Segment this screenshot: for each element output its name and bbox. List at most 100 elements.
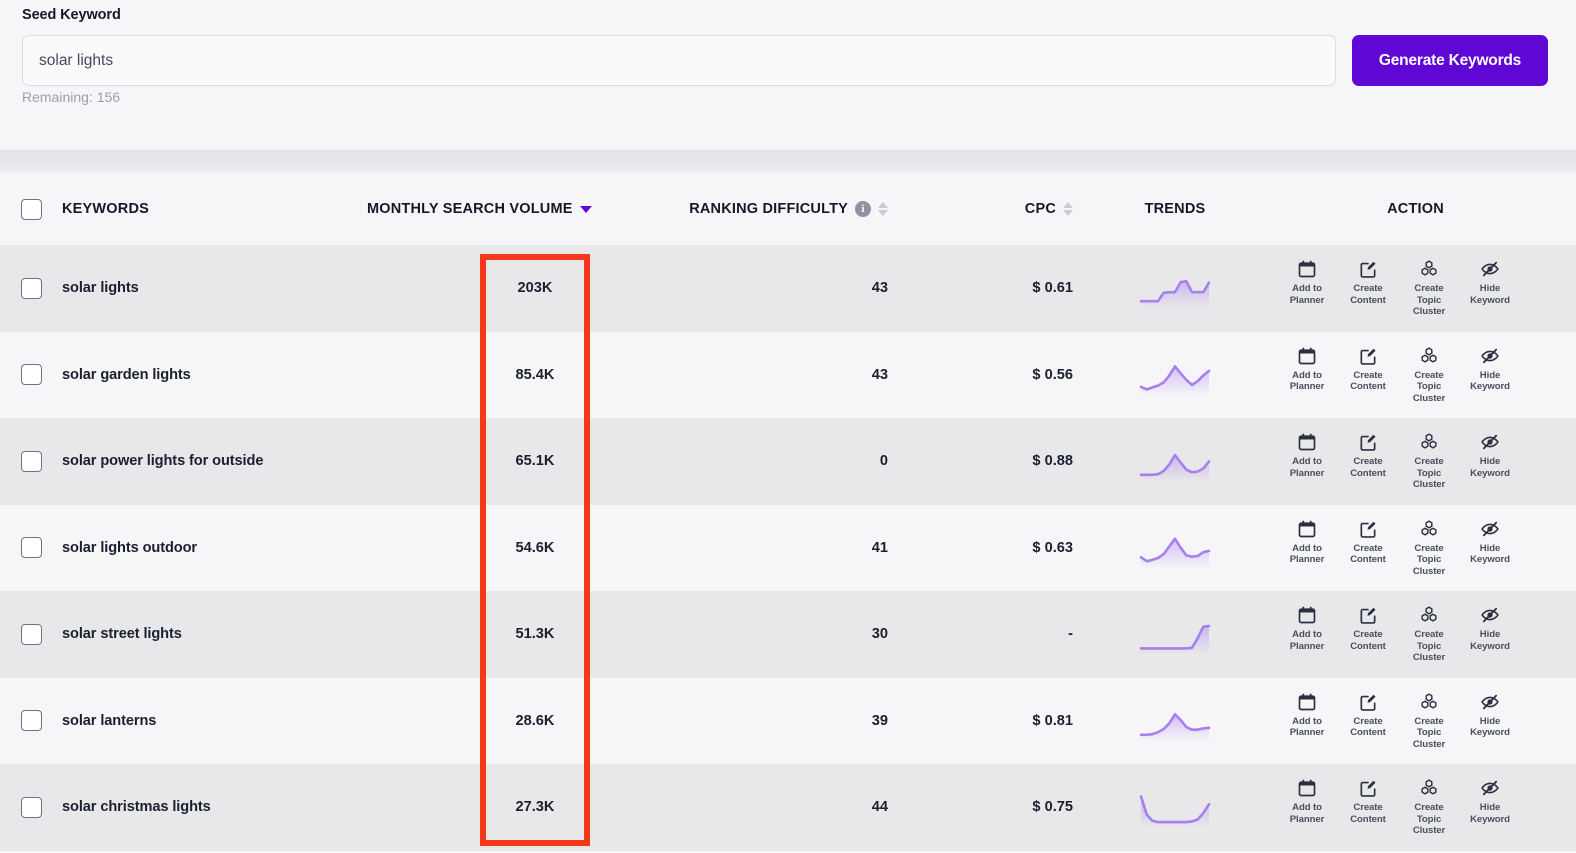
info-icon[interactable]: i <box>855 201 871 217</box>
trend-sparkline <box>1138 438 1212 484</box>
action-eye-slash[interactable]: HideKeyword <box>1462 432 1518 479</box>
action-label: HideKeyword <box>1470 716 1510 739</box>
action-cell: Add toPlanner CreateContent Create Topic… <box>1255 519 1576 578</box>
sort-toggle-cpc-icon[interactable] <box>1063 202 1073 216</box>
action-cell: Add toPlanner CreateContent Create Topic… <box>1255 778 1576 837</box>
action-calendar[interactable]: Add toPlanner <box>1279 778 1335 825</box>
ranking-difficulty-cell: 43 <box>590 280 910 296</box>
action-calendar[interactable]: Add toPlanner <box>1279 432 1335 479</box>
action-label: CreateContent <box>1350 283 1386 306</box>
action-eye-slash[interactable]: HideKeyword <box>1462 346 1518 393</box>
action-calendar[interactable]: Add toPlanner <box>1279 259 1335 306</box>
action-label: HideKeyword <box>1470 629 1510 652</box>
cpc-cell: $ 0.56 <box>910 367 1095 383</box>
cpc-cell: - <box>910 626 1095 642</box>
ranking-difficulty-cell: 0 <box>590 453 910 469</box>
action-pencil-square[interactable]: CreateContent <box>1340 259 1396 306</box>
eye-slash-icon <box>1480 259 1500 279</box>
action-cell: Add toPlanner CreateContent Create Topic… <box>1255 259 1576 318</box>
action-label: HideKeyword <box>1470 283 1510 306</box>
action-hexagon-cluster[interactable]: Create TopicCluster <box>1401 605 1457 664</box>
row-checkbox[interactable] <box>21 797 42 818</box>
select-all-checkbox[interactable] <box>21 199 42 220</box>
monthly-search-volume-cell: 51.3K <box>480 626 590 642</box>
monthly-search-volume-cell: 85.4K <box>480 367 590 383</box>
row-checkbox[interactable] <box>21 710 42 731</box>
action-eye-slash[interactable]: HideKeyword <box>1462 692 1518 739</box>
trend-sparkline <box>1138 525 1212 571</box>
action-label: CreateContent <box>1350 716 1386 739</box>
action-hexagon-cluster[interactable]: Create TopicCluster <box>1401 346 1457 405</box>
action-calendar[interactable]: Add toPlanner <box>1279 692 1335 739</box>
action-cell: Add toPlanner CreateContent Create Topic… <box>1255 692 1576 751</box>
action-calendar[interactable]: Add toPlanner <box>1279 519 1335 566</box>
table-row[interactable]: solar lights 203K 43 $ 0.61 Add toPlanne… <box>0 245 1576 332</box>
action-calendar[interactable]: Add toPlanner <box>1279 605 1335 652</box>
eye-slash-icon <box>1480 605 1500 625</box>
calendar-icon <box>1297 692 1317 712</box>
row-checkbox[interactable] <box>21 451 42 472</box>
keyword-cell[interactable]: solar power lights for outside <box>62 453 480 469</box>
keyword-cell[interactable]: solar christmas lights <box>62 799 480 815</box>
action-hexagon-cluster[interactable]: Create TopicCluster <box>1401 432 1457 491</box>
trend-sparkline <box>1138 611 1212 657</box>
table-row[interactable]: solar street lights 51.3K 30 - Add toPla… <box>0 591 1576 678</box>
action-eye-slash[interactable]: HideKeyword <box>1462 519 1518 566</box>
pencil-square-icon <box>1358 432 1378 452</box>
column-header-cpc[interactable]: CPC <box>910 201 1095 217</box>
keyword-cell[interactable]: solar lanterns <box>62 713 480 729</box>
action-hexagon-cluster[interactable]: Create TopicCluster <box>1401 519 1457 578</box>
action-eye-slash[interactable]: HideKeyword <box>1462 778 1518 825</box>
table-row[interactable]: solar power lights for outside 65.1K 0 $… <box>0 418 1576 505</box>
action-label: Add toPlanner <box>1290 716 1325 739</box>
action-pencil-square[interactable]: CreateContent <box>1340 519 1396 566</box>
sort-desc-icon[interactable] <box>580 206 592 213</box>
action-pencil-square[interactable]: CreateContent <box>1340 605 1396 652</box>
row-checkbox[interactable] <box>21 537 42 558</box>
cpc-cell: $ 0.75 <box>910 799 1095 815</box>
keyword-cell[interactable]: solar street lights <box>62 626 480 642</box>
seed-keyword-input[interactable] <box>22 35 1336 86</box>
action-pencil-square[interactable]: CreateContent <box>1340 346 1396 393</box>
table-row[interactable]: solar lights outdoor 54.6K 41 $ 0.63 Add… <box>0 505 1576 592</box>
action-label: Add toPlanner <box>1290 629 1325 652</box>
action-label: Create TopicCluster <box>1401 370 1457 405</box>
pencil-square-icon <box>1358 346 1378 366</box>
cpc-cell: $ 0.63 <box>910 540 1095 556</box>
keyword-cell[interactable]: solar lights <box>62 280 480 296</box>
monthly-search-volume-cell: 28.6K <box>480 713 590 729</box>
action-pencil-square[interactable]: CreateContent <box>1340 778 1396 825</box>
action-eye-slash[interactable]: HideKeyword <box>1462 605 1518 652</box>
row-select-cell <box>0 278 62 299</box>
table-row[interactable]: solar garden lights 85.4K 43 $ 0.56 Add … <box>0 332 1576 419</box>
table-row[interactable]: solar lanterns 28.6K 39 $ 0.81 Add toPla… <box>0 678 1576 765</box>
row-checkbox[interactable] <box>21 278 42 299</box>
keyword-cell[interactable]: solar garden lights <box>62 367 480 383</box>
action-pencil-square[interactable]: CreateContent <box>1340 692 1396 739</box>
column-header-volume-label: MONTHLY SEARCH VOLUME <box>367 201 573 217</box>
eye-slash-icon <box>1480 432 1500 452</box>
trends-cell <box>1095 265 1255 311</box>
row-checkbox[interactable] <box>21 624 42 645</box>
action-hexagon-cluster[interactable]: Create TopicCluster <box>1401 259 1457 318</box>
action-label: HideKeyword <box>1470 370 1510 393</box>
sort-toggle-difficulty-icon[interactable] <box>878 202 888 216</box>
action-hexagon-cluster[interactable]: Create TopicCluster <box>1401 692 1457 751</box>
pencil-square-icon <box>1358 692 1378 712</box>
column-header-cpc-label: CPC <box>1025 201 1056 217</box>
keyword-cell[interactable]: solar lights outdoor <box>62 540 480 556</box>
action-hexagon-cluster[interactable]: Create TopicCluster <box>1401 778 1457 837</box>
column-header-difficulty[interactable]: RANKING DIFFICULTY i <box>590 201 910 217</box>
calendar-icon <box>1297 432 1317 452</box>
column-header-trends: TRENDS <box>1095 201 1255 217</box>
action-label: Add toPlanner <box>1290 543 1325 566</box>
action-pencil-square[interactable]: CreateContent <box>1340 432 1396 479</box>
generate-keywords-button[interactable]: Generate Keywords <box>1352 35 1548 86</box>
action-eye-slash[interactable]: HideKeyword <box>1462 259 1518 306</box>
action-calendar[interactable]: Add toPlanner <box>1279 346 1335 393</box>
row-select-cell <box>0 797 62 818</box>
eye-slash-icon <box>1480 519 1500 539</box>
keywords-table: KEYWORDS MONTHLY SEARCH VOLUME RANKING D… <box>0 173 1576 851</box>
row-checkbox[interactable] <box>21 364 42 385</box>
table-row[interactable]: solar christmas lights 27.3K 44 $ 0.75 A… <box>0 764 1576 851</box>
